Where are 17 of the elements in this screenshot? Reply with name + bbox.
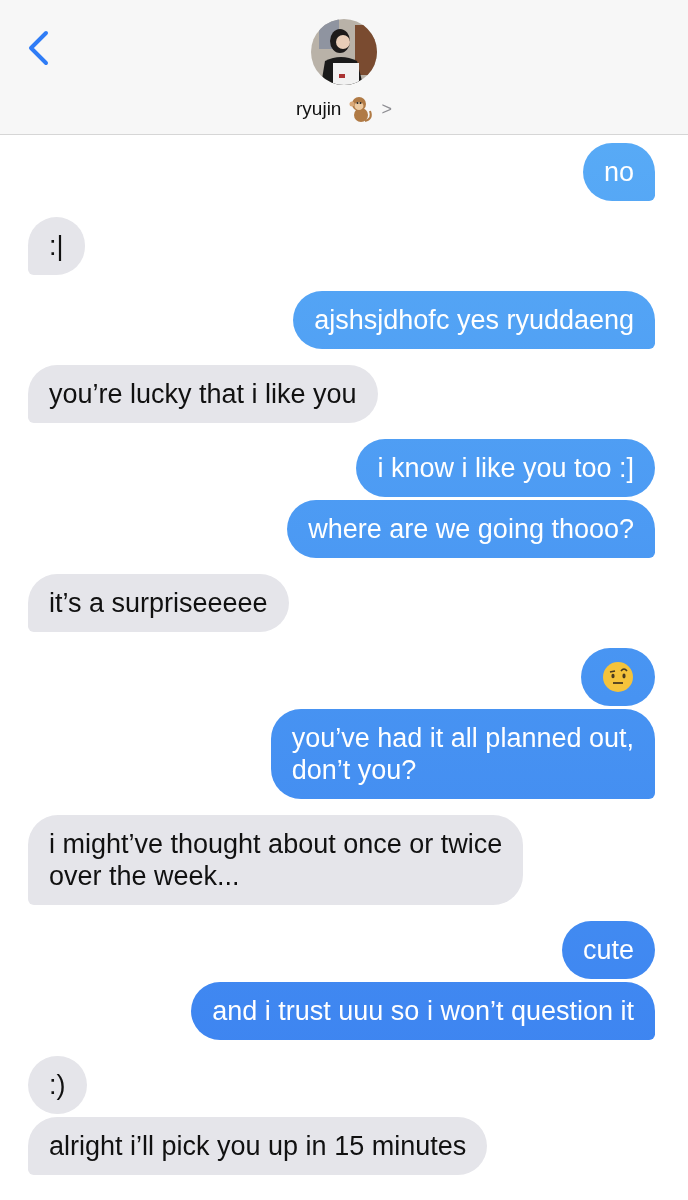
monkey-icon <box>349 95 374 123</box>
sent-message: you’ve had it all planned out, don’t you? <box>270 709 655 799</box>
received-message: it’s a surpriseeeee <box>28 574 289 632</box>
sent-message: i know i like you too :] <box>356 439 655 497</box>
received-message: alright i’ll pick you up in 15 minutes <box>28 1117 488 1175</box>
sent-message: where are we going thooo? <box>287 500 655 558</box>
contact-name[interactable]: ryujin <box>296 98 342 120</box>
received-message: :| <box>28 217 85 275</box>
sent-message: ajshsjdhofc yes ryuddaeng <box>293 291 655 349</box>
back-icon[interactable] <box>26 30 50 66</box>
raised-eyebrow-face-icon <box>602 661 634 693</box>
sent-message: cute <box>561 921 655 979</box>
received-message: :) <box>28 1056 87 1114</box>
received-message: i might’ve thought about once or twice over the week... <box>28 815 524 905</box>
sent-message: and i trust uuu so i won’t question it <box>191 982 655 1040</box>
received-message: you’re lucky that i like you <box>28 365 378 423</box>
sent-message: no <box>582 143 655 201</box>
